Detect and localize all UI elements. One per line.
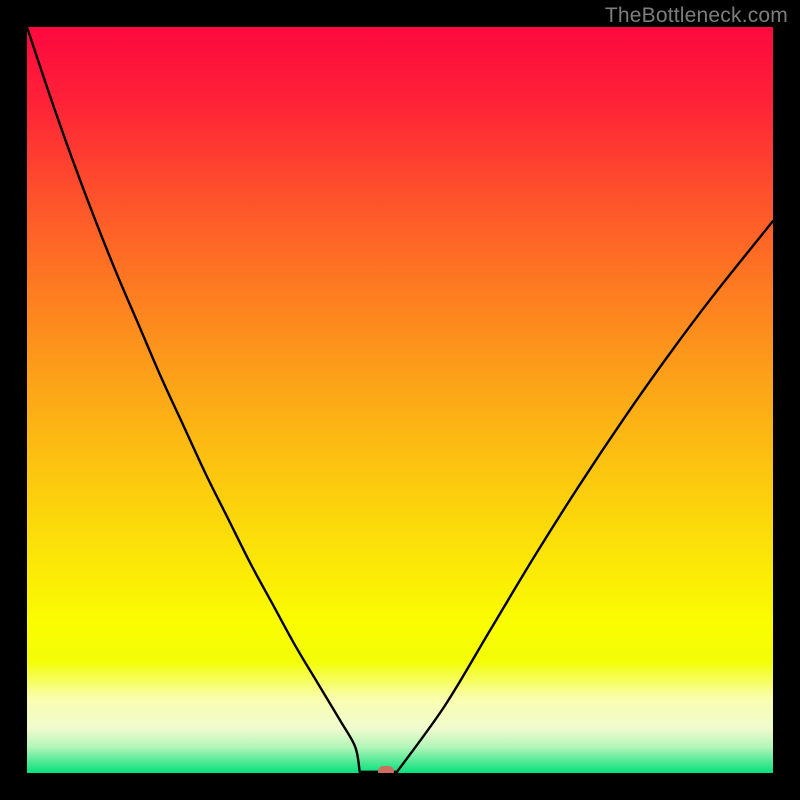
plot-area <box>27 27 773 773</box>
optimum-marker <box>378 766 394 773</box>
chart-frame: TheBottleneck.com <box>0 0 800 800</box>
curve-layer <box>27 27 773 773</box>
watermark-text: TheBottleneck.com <box>605 4 788 28</box>
bottleneck-curve <box>27 27 773 772</box>
